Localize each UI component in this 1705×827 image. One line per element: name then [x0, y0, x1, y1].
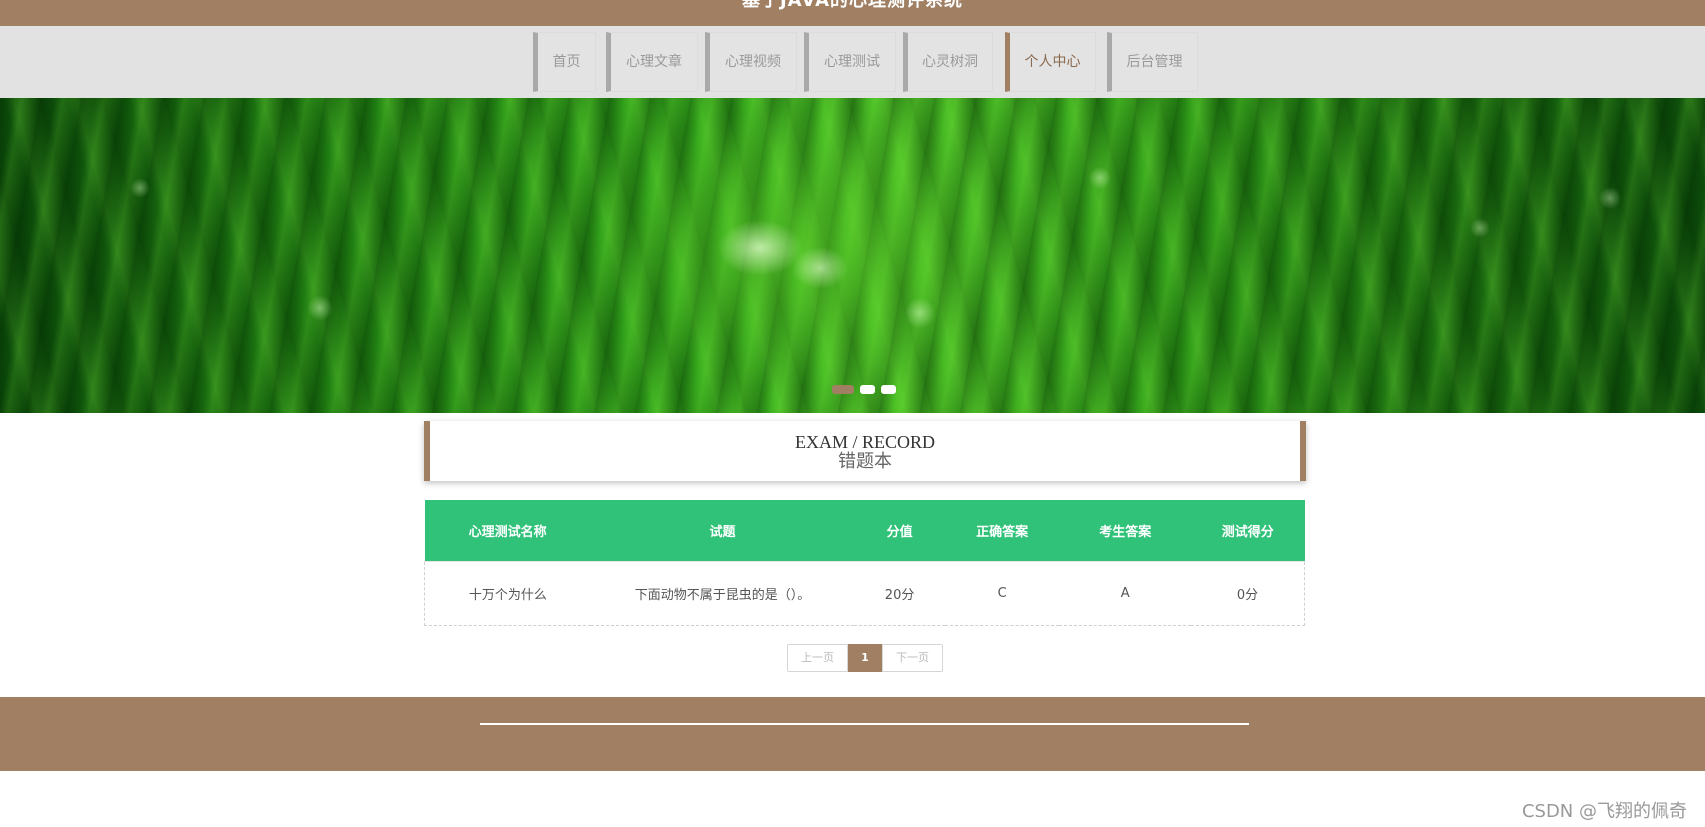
carousel-dot-1[interactable] — [832, 385, 854, 394]
carousel-indicators — [832, 385, 896, 394]
col-header-score: 测试得分 — [1191, 500, 1305, 562]
current-page-button[interactable]: 1 — [848, 644, 882, 672]
carousel-dot-2[interactable] — [860, 385, 875, 394]
section-title-en: EXAM / RECORD — [794, 432, 935, 452]
hero-banner-image — [0, 98, 1705, 413]
col-header-student-answer: 考生答案 — [1059, 500, 1192, 562]
col-header-question: 试题 — [590, 500, 855, 562]
watermark: CSDN @飞翔的佩奇 — [1521, 801, 1687, 822]
col-header-correct-answer: 正确答案 — [944, 500, 1060, 562]
footer-divider — [480, 723, 1249, 725]
cell-question: 下面动物不属于昆虫的是（）。 — [590, 561, 855, 626]
cell-correct-answer: C — [944, 561, 1060, 626]
footer — [0, 697, 1705, 771]
carousel-dot-3[interactable] — [881, 385, 896, 394]
cell-student-answer: A — [1059, 561, 1192, 626]
cell-score: 0分 — [1191, 561, 1306, 626]
wrong-answers-table: 心理测试名称 试题 分值 正确答案 考生答案 测试得分 十万个为什么 下面动物不… — [423, 500, 1306, 626]
nav-item-articles[interactable]: 心理文章 — [606, 32, 698, 92]
pagination: 上一页 1 下一页 — [787, 644, 943, 672]
nav-item-tests[interactable]: 心理测试 — [804, 32, 896, 92]
top-header-bar: 基于JAVA的心理测评系统 — [0, 0, 1705, 26]
cell-points: 20分 — [854, 561, 945, 626]
col-header-test-name: 心理测试名称 — [424, 500, 591, 562]
nav-item-admin[interactable]: 后台管理 — [1107, 32, 1198, 92]
nav-item-home[interactable]: 首页 — [533, 32, 596, 92]
main-nav: 首页 心理文章 心理视频 心理测试 心灵树洞 个人中心 后台管理 — [0, 26, 1705, 98]
nav-item-treehole[interactable]: 心灵树洞 — [903, 32, 993, 92]
section-title-cn: 错题本 — [838, 451, 892, 472]
nav-item-personal-center[interactable]: 个人中心 — [1005, 32, 1096, 92]
section-title-box: EXAM / RECORD 错题本 — [424, 421, 1306, 481]
site-title: 基于JAVA的心理测评系统 — [741, 0, 964, 11]
table-row: 十万个为什么 下面动物不属于昆虫的是（）。 20分 C A 0分 — [423, 561, 1306, 626]
next-page-button[interactable]: 下一页 — [882, 644, 943, 672]
nav-item-videos[interactable]: 心理视频 — [705, 32, 797, 92]
cell-test-name: 十万个为什么 — [423, 561, 591, 626]
table-header-row: 心理测试名称 试题 分值 正确答案 考生答案 测试得分 — [424, 500, 1305, 562]
col-header-points: 分值 — [854, 500, 945, 562]
prev-page-button[interactable]: 上一页 — [787, 644, 848, 672]
